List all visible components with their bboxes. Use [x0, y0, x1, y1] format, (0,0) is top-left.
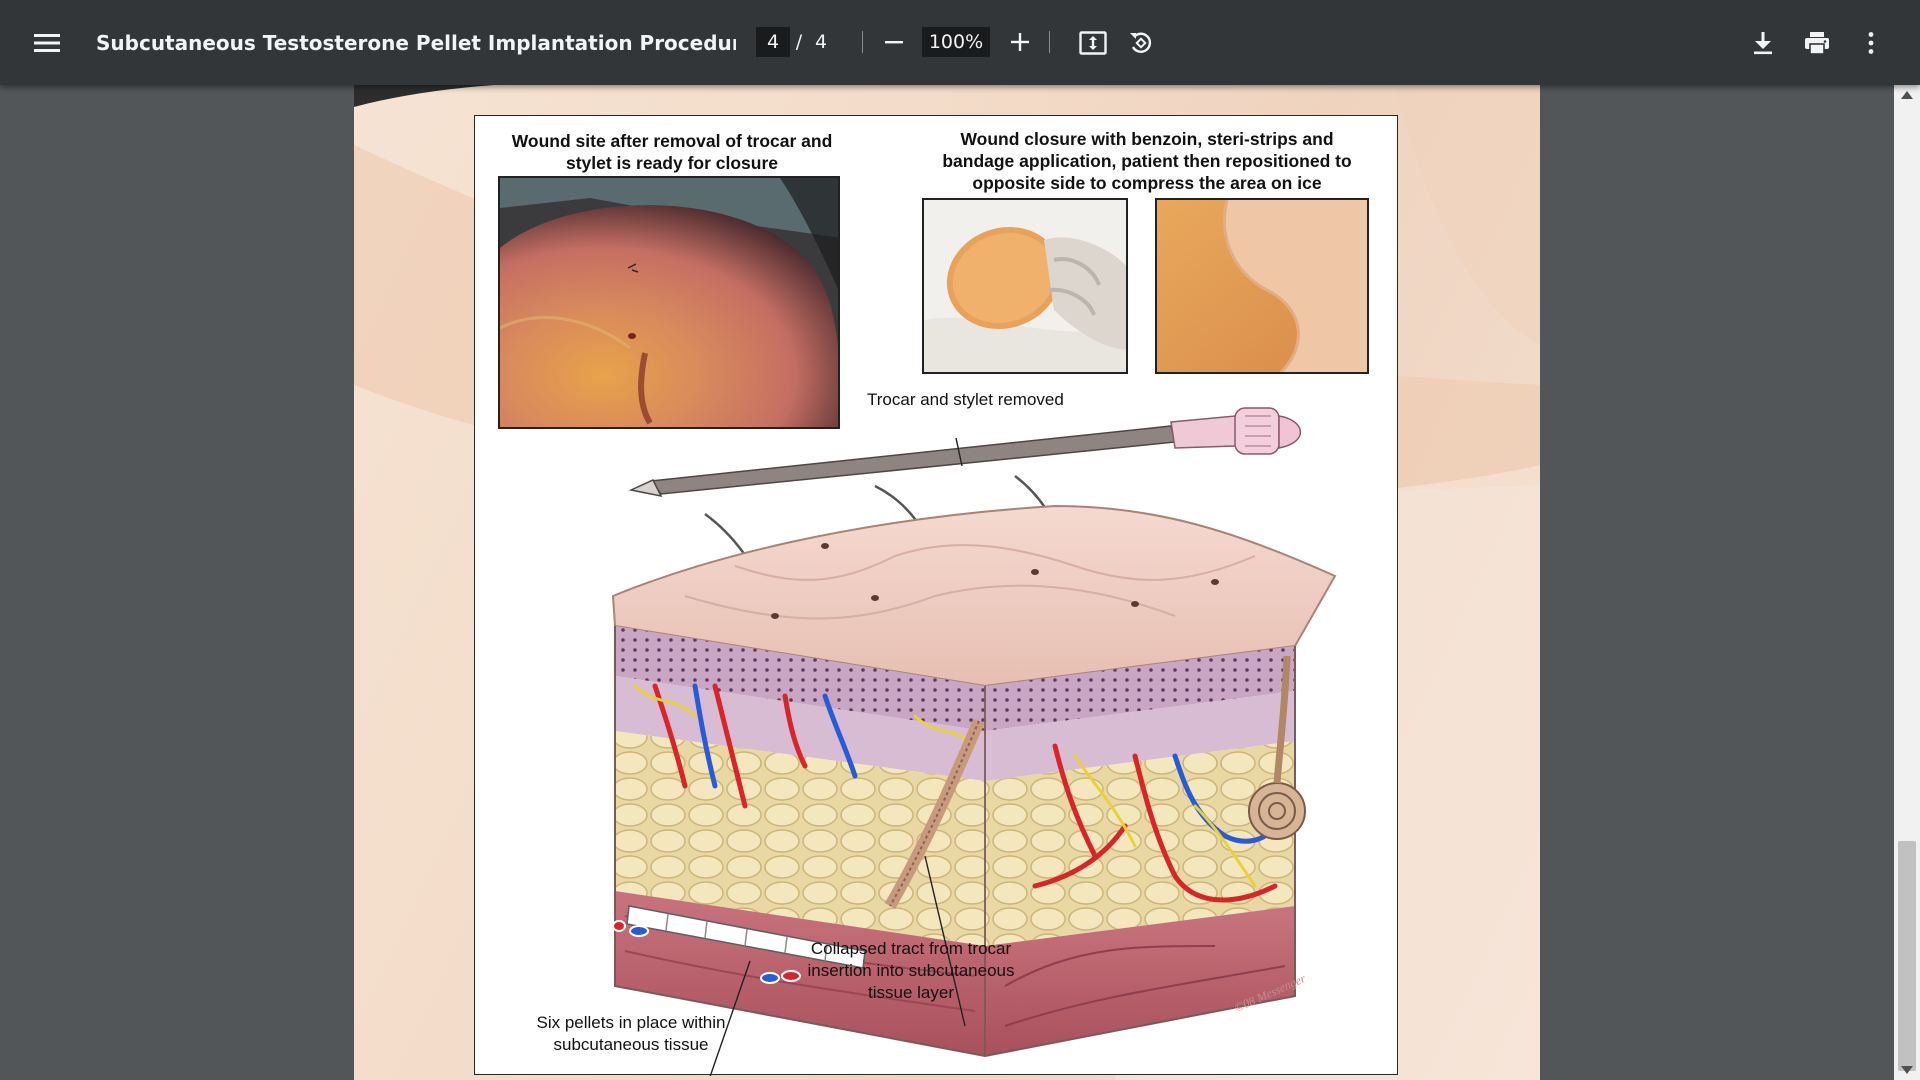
minus-icon: [885, 41, 903, 44]
label-trocar-removed: Trocar and stylet removed: [867, 390, 1064, 409]
photo-steri-strip-application: [922, 198, 1128, 374]
hamburger-menu-icon: [34, 34, 60, 52]
vertical-scrollbar[interactable]: [1894, 85, 1920, 1080]
more-actions-button[interactable]: [1850, 22, 1892, 64]
photo-bandage-applied: [1155, 198, 1369, 374]
label-six-pellets: Six pellets in place within subcutaneous…: [536, 1013, 726, 1054]
more-vertical-icon: [1868, 32, 1874, 54]
document-title: Subcutaneous Testosterone Pellet Implant…: [96, 31, 736, 55]
page-number-input[interactable]: [756, 27, 790, 57]
rotate-counterclockwise-icon: [1130, 32, 1152, 53]
download-button[interactable]: [1742, 22, 1784, 64]
scrollbar-thumb[interactable]: [1898, 841, 1916, 1071]
scroll-down-arrow-icon[interactable]: [1901, 1066, 1913, 1074]
print-icon: [1805, 32, 1829, 55]
menu-button[interactable]: [26, 22, 68, 64]
pdf-toolbar: Subcutaneous Testosterone Pellet Implant…: [0, 0, 1920, 85]
caption-wound-closure: Wound closure with benzoin, steri-strips…: [942, 129, 1352, 193]
caption-wound-site: Wound site after removal of trocar and s…: [511, 131, 833, 173]
steri-strip-image: [924, 200, 1126, 372]
plus-icon: [1011, 33, 1029, 51]
print-button[interactable]: [1796, 22, 1838, 64]
download-icon: [1754, 32, 1772, 55]
fit-to-page-button[interactable]: [1072, 22, 1114, 64]
fit-page-icon: [1079, 31, 1107, 55]
pdf-page: Wound site after removal of trocar and s…: [354, 85, 1540, 1080]
medical-figure: Wound site after removal of trocar and s…: [474, 115, 1398, 1076]
zoom-out-button[interactable]: [874, 22, 914, 62]
total-pages: 4: [814, 31, 828, 53]
zoom-level-input[interactable]: [922, 27, 990, 57]
bandage-image: [1157, 200, 1367, 372]
zoom-in-button[interactable]: [1000, 22, 1040, 62]
page-separator: /: [795, 31, 803, 53]
rotate-button[interactable]: [1120, 22, 1162, 64]
toolbar-divider: [1049, 31, 1050, 53]
pdf-viewer-canvas[interactable]: Wound site after removal of trocar and s…: [0, 85, 1894, 1080]
scroll-up-arrow-icon[interactable]: [1901, 91, 1913, 99]
toolbar-divider: [862, 31, 863, 53]
label-collapsed-tract: Collapsed tract from trocar insertion in…: [807, 939, 1015, 1002]
